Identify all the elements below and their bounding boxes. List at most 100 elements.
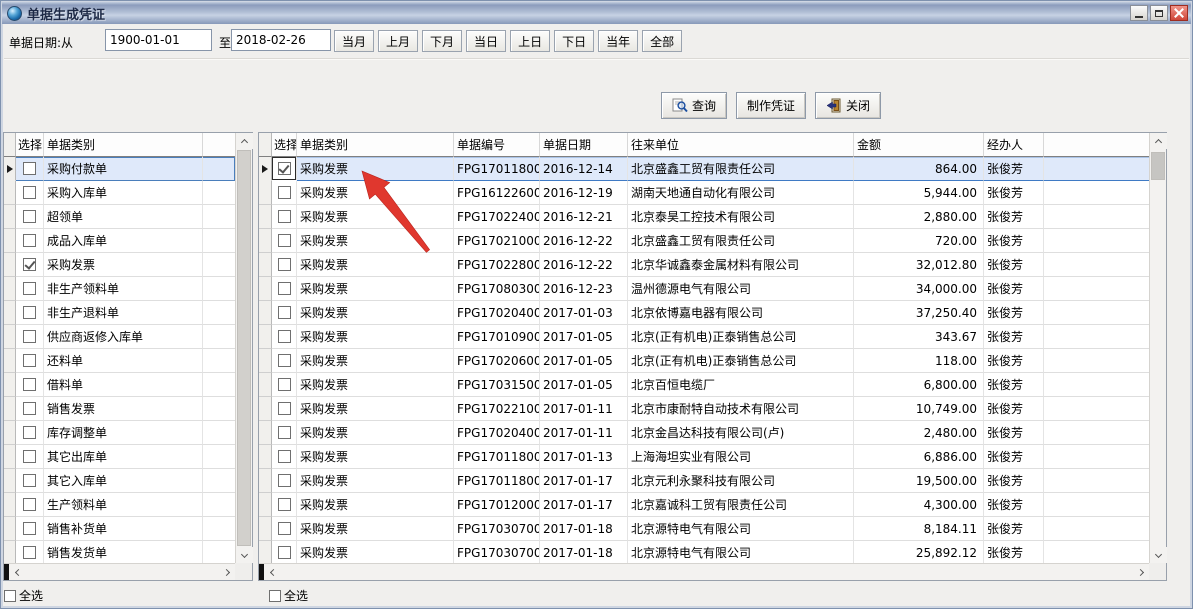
minimize-button[interactable] — [1130, 5, 1148, 21]
scroll-down-button[interactable] — [1150, 547, 1167, 563]
doc-no-cell[interactable]: FPG170109001 — [454, 325, 540, 349]
table-row[interactable]: 采购发票 FPG170228003 2016-12-22 北京华诚鑫泰金属材料有… — [259, 253, 1149, 277]
doc-no-cell[interactable]: FPG170118003 — [454, 445, 540, 469]
table-row[interactable]: 销售发货单 — [4, 541, 235, 563]
amount-cell[interactable]: 343.67 — [854, 325, 984, 349]
amount-cell[interactable]: 864.00 — [854, 157, 984, 181]
amount-cell[interactable]: 6,886.00 — [854, 445, 984, 469]
select-cell[interactable] — [16, 181, 44, 205]
category-cell[interactable]: 库存调整单 — [44, 421, 203, 445]
operator-cell[interactable]: 张俊芳 — [984, 349, 1044, 373]
partner-cell[interactable]: 北京百恒电缆厂 — [628, 373, 854, 397]
doc-date-cell[interactable]: 2016-12-23 — [540, 277, 628, 301]
doc-no-cell[interactable]: FPG170204001 — [454, 421, 540, 445]
category-cell[interactable]: 生产领料单 — [44, 493, 203, 517]
category-cell[interactable]: 采购发票 — [297, 517, 454, 541]
scroll-right-button[interactable] — [219, 564, 235, 580]
partner-cell[interactable]: 北京(正有机电)正泰销售总公司 — [628, 325, 854, 349]
category-cell[interactable]: 采购发票 — [297, 397, 454, 421]
doc-no-cell[interactable]: FPG170228003 — [454, 253, 540, 277]
doc-date-cell[interactable]: 2017-01-18 — [540, 517, 628, 541]
select-cell[interactable] — [16, 541, 44, 563]
select-cell[interactable] — [272, 445, 297, 469]
amount-cell[interactable]: 34,000.00 — [854, 277, 984, 301]
doc-date-cell[interactable]: 2016-12-22 — [540, 229, 628, 253]
doc-no-column-header[interactable]: 单据编号 — [454, 133, 540, 157]
amount-cell[interactable]: 720.00 — [854, 229, 984, 253]
select-cell[interactable] — [16, 421, 44, 445]
select-column-header[interactable]: 选择 — [272, 133, 297, 157]
table-row[interactable]: 成品入库单 — [4, 229, 235, 253]
select-cell[interactable] — [272, 205, 297, 229]
row-checkbox[interactable] — [23, 306, 36, 319]
table-row[interactable]: 采购发票 — [4, 253, 235, 277]
doc-no-cell[interactable]: FPG170315002 — [454, 373, 540, 397]
partner-column-header[interactable]: 往来单位 — [628, 133, 854, 157]
table-row[interactable]: 采购发票 FPG170206001 2017-01-05 北京(正有机电)正泰销… — [259, 349, 1149, 373]
scrollbar-thumb[interactable] — [237, 150, 251, 546]
doc-no-cell[interactable]: FPG170221002 — [454, 397, 540, 421]
category-cell[interactable]: 采购发票 — [297, 445, 454, 469]
doc-no-cell[interactable]: FPG170206001 — [454, 349, 540, 373]
scrollbar-thumb[interactable] — [1151, 152, 1165, 180]
table-row[interactable]: 生产领料单 — [4, 493, 235, 517]
category-cell[interactable]: 还料单 — [44, 349, 203, 373]
doc-date-cell[interactable]: 2016-12-22 — [540, 253, 628, 277]
select-cell[interactable] — [272, 181, 297, 205]
doc-no-cell[interactable]: FPG170204004 — [454, 301, 540, 325]
row-checkbox[interactable] — [23, 474, 36, 487]
date-to-input[interactable] — [231, 29, 331, 51]
category-cell[interactable]: 采购发票 — [297, 325, 454, 349]
operator-cell[interactable]: 张俊芳 — [984, 181, 1044, 205]
partner-cell[interactable]: 温州德源电气有限公司 — [628, 277, 854, 301]
category-cell[interactable]: 采购发票 — [297, 373, 454, 397]
partner-cell[interactable]: 北京源特电气有限公司 — [628, 517, 854, 541]
row-checkbox[interactable] — [278, 282, 291, 295]
operator-cell[interactable]: 张俊芳 — [984, 421, 1044, 445]
operator-cell[interactable]: 张俊芳 — [984, 157, 1044, 181]
row-checkbox[interactable] — [23, 450, 36, 463]
select-cell[interactable] — [16, 205, 44, 229]
category-cell[interactable]: 采购入库单 — [44, 181, 203, 205]
select-column-header[interactable]: 选择 — [16, 133, 44, 157]
category-cell[interactable]: 销售发票 — [44, 397, 203, 421]
category-cell[interactable]: 其它入库单 — [44, 469, 203, 493]
amount-cell[interactable]: 2,880.00 — [854, 205, 984, 229]
category-cell[interactable]: 采购发票 — [297, 157, 454, 181]
partner-cell[interactable]: 北京盛鑫工贸有限责任公司 — [628, 229, 854, 253]
category-cell[interactable]: 采购发票 — [297, 541, 454, 563]
operator-cell[interactable]: 张俊芳 — [984, 469, 1044, 493]
row-checkbox[interactable] — [278, 450, 291, 463]
table-row[interactable]: 非生产退料单 — [4, 301, 235, 325]
amount-cell[interactable]: 32,012.80 — [854, 253, 984, 277]
table-row[interactable]: 采购发票 FPG161226003 2016-12-19 湖南天地通自动化有限公… — [259, 181, 1149, 205]
select-cell[interactable] — [16, 325, 44, 349]
row-checkbox[interactable] — [278, 522, 291, 535]
row-checkbox[interactable] — [278, 426, 291, 439]
amount-cell[interactable]: 5,944.00 — [854, 181, 984, 205]
amount-cell[interactable]: 118.00 — [854, 349, 984, 373]
row-checkbox[interactable] — [23, 258, 36, 271]
operator-cell[interactable]: 张俊芳 — [984, 541, 1044, 563]
category-cell[interactable]: 采购发票 — [297, 421, 454, 445]
operator-cell[interactable]: 张俊芳 — [984, 493, 1044, 517]
select-cell[interactable] — [16, 445, 44, 469]
row-checkbox[interactable] — [23, 330, 36, 343]
select-all-right-checkbox[interactable] — [269, 590, 281, 602]
category-cell[interactable]: 采购发票 — [297, 229, 454, 253]
row-checkbox[interactable] — [278, 546, 291, 559]
doc-no-cell[interactable]: FPG170210001 — [454, 229, 540, 253]
select-cell[interactable] — [272, 325, 297, 349]
category-cell[interactable]: 销售补货单 — [44, 517, 203, 541]
doc-no-cell[interactable]: FPG170118002 — [454, 157, 540, 181]
partner-cell[interactable]: 北京金昌达科技有限公司(卢) — [628, 421, 854, 445]
doc-no-cell[interactable]: FPG170307006 — [454, 541, 540, 563]
partner-cell[interactable]: 北京依博嘉电器有限公司 — [628, 301, 854, 325]
row-checkbox[interactable] — [23, 354, 36, 367]
select-cell[interactable] — [272, 253, 297, 277]
table-row[interactable]: 采购发票 FPG170118003 2017-01-13 上海海坦实业有限公司 … — [259, 445, 1149, 469]
amount-cell[interactable]: 10,749.00 — [854, 397, 984, 421]
quick-button-1[interactable]: 当月 — [334, 30, 374, 52]
category-cell[interactable]: 采购发票 — [297, 349, 454, 373]
select-cell[interactable] — [272, 421, 297, 445]
